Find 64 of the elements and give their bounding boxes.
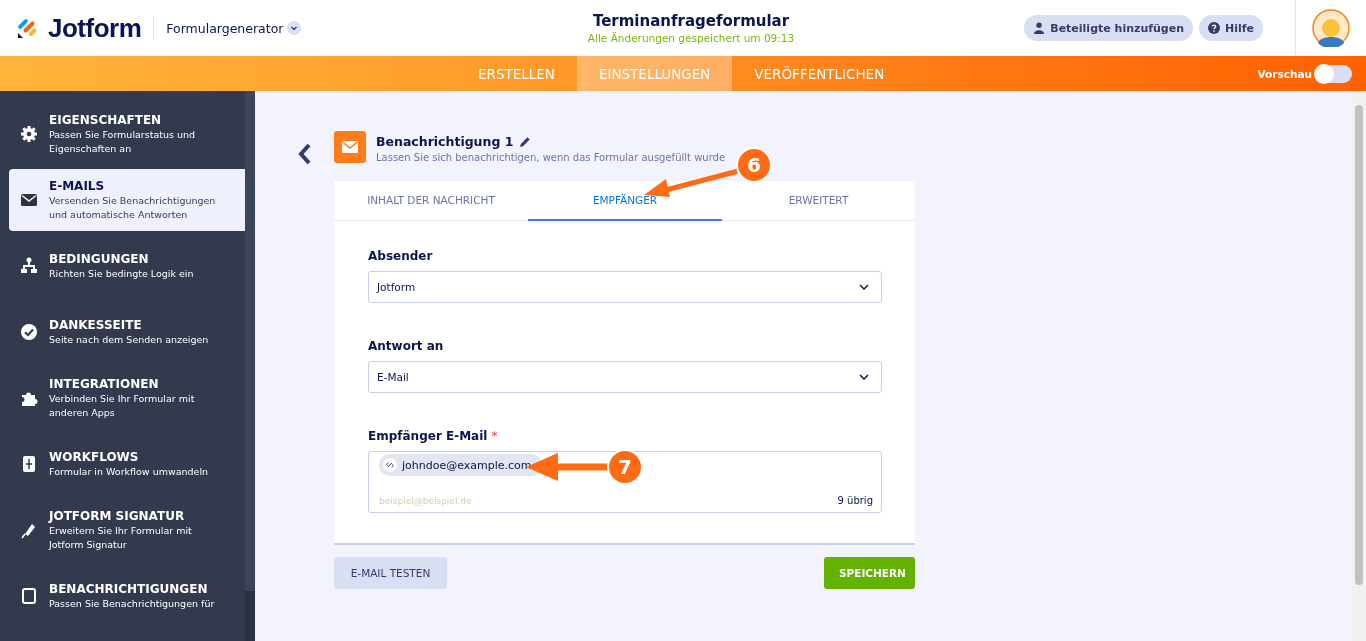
avatar-icon[interactable]: [1312, 9, 1350, 47]
preview-toggle[interactable]: [1316, 64, 1352, 83]
product-dropdown[interactable]: Formulargenerator: [166, 20, 302, 36]
link-icon: [383, 458, 397, 472]
sidebar-item[interactable]: INTEGRATIONEN Verbinden Sie Ihr Formular mit anderen Apps: [9, 367, 245, 429]
notification-subtitle: Lassen Sie sich benachrichtigen, wenn das Formular ausgefüllt wurde: [376, 152, 726, 163]
sidebar-item[interactable]: JOTFORM SIGNATUR Erweitern Sie Ihr Formular mit Jotform Signatur: [9, 499, 245, 561]
check-icon: [20, 323, 38, 341]
sidebar-item-description: Verbinden Sie Ihr Formular mit anderen Apps: [49, 392, 196, 420]
sidebar-item[interactable]: DANKESSEITE Seite nach dem Senden anzeigen: [9, 301, 245, 363]
notification-title: Benachrichtigung 1: [376, 134, 514, 149]
sidebar-item-title: WORKFLOWS: [49, 449, 140, 465]
sidebar-item-title: BEDINGUNGEN: [49, 251, 150, 267]
help-button[interactable]: Hilfe: [1199, 15, 1263, 41]
chevron-icon: [859, 374, 869, 380]
envelope-icon: [334, 131, 366, 163]
sidebar-item[interactable]: BEDINGUNGEN Richten Sie bedingte Logik ein: [9, 235, 245, 297]
remaining-counter: 9 übrig: [837, 495, 873, 506]
sidebar-item-title: DANKESSEITE: [49, 317, 143, 333]
sidebar-item-description: Seite nach dem Senden anzeigen: [49, 333, 210, 347]
sidebar-item-title: EIGENSCHAFTEN: [49, 112, 163, 128]
gear-icon: [20, 125, 38, 143]
required-mark: *: [491, 429, 498, 443]
select-field[interactable]: E-Mail: [368, 361, 882, 393]
email-chip-text: johndoe@example.com: [402, 458, 532, 472]
sidebar-item[interactable]: WORKFLOWS Formular in Workflow umwandeln: [9, 433, 245, 495]
mail-icon: [20, 191, 38, 209]
email-chip[interactable]: johndoe@example.com: [379, 454, 542, 476]
callout-number: 7: [617, 455, 633, 479]
person-icon: [1033, 22, 1046, 34]
chevron-icon: [859, 284, 869, 290]
field-label: Antwort an: [368, 339, 445, 353]
back-chevron-icon[interactable]: [298, 143, 312, 165]
caret-icon: [287, 21, 302, 35]
add-people-button[interactable]: Beteiligte hinzufügen: [1024, 15, 1193, 41]
sidebar-item-title: E-MAILS: [49, 178, 106, 194]
test-email-button[interactable]: E-MAIL TESTEN: [334, 557, 447, 589]
sidebar-item[interactable]: E-MAILS Versenden Sie Benachrichtigungen und automatische Antworten: [9, 169, 245, 231]
tree-icon: [20, 257, 38, 275]
field-label: Absender: [368, 249, 434, 263]
select-field[interactable]: Jotform: [368, 271, 882, 303]
sidebar-item-title: BENACHRICHTIGUNGEN: [49, 581, 209, 597]
sidebar-item-title: INTEGRATIONEN: [49, 376, 160, 392]
help-icon: [1208, 22, 1220, 34]
sidebar-item-description: Formular in Workflow umwandeln: [49, 465, 210, 479]
sidebar-item-description: Passen Sie Formularstatus und Eigenschaften an: [49, 128, 197, 156]
pencil-icon[interactable]: [519, 135, 532, 148]
sidebar-item-description: Richten Sie bedingte Logik ein: [49, 267, 195, 281]
sidebar-item-title: JOTFORM SIGNATUR: [49, 508, 186, 524]
tab[interactable]: ERWEITERT: [722, 181, 915, 221]
sidebar-item[interactable]: BENACHRICHTIGUNGEN Passen Sie Benachrichtigungen für: [9, 565, 245, 627]
sidebar-item-description: Versenden Sie Benachrichtigungen und automatische Antworten: [49, 194, 217, 222]
pen-icon: [20, 521, 38, 539]
form-title: Terminanfrageformular: [591, 12, 791, 30]
sidebar-item-description: Erweitern Sie Ihr Formular mit Jotform Signatur: [49, 524, 193, 552]
sidebar-item-description: Passen Sie Benachrichtigungen für: [49, 597, 216, 611]
logo-text[interactable]: Jotform: [48, 12, 142, 44]
tab[interactable]: INHALT DER NACHRICHT: [334, 181, 528, 221]
save-status: Alle Änderungen gespeichert um 09:13: [587, 32, 795, 44]
field-label: Empfänger E-Mail: [368, 429, 488, 443]
callout-number: 6: [746, 153, 762, 177]
preview-label: Vorschau: [1257, 67, 1312, 80]
scrollbar-thumb[interactable]: [1355, 105, 1363, 585]
sidebar-item[interactable]: EIGENSCHAFTEN Passen Sie Formularstatus und Eigenschaften an: [9, 103, 245, 165]
